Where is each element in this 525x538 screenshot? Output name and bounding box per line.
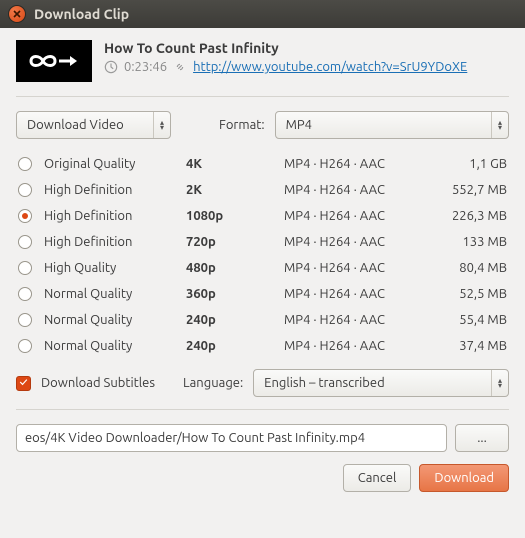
quality-name: High Definition	[44, 183, 174, 197]
quality-radio[interactable]	[18, 235, 32, 249]
quality-codec: MP4 · H264 · AAC	[284, 287, 415, 301]
quality-list: Original Quality 4K MP4 · H264 · AAC 1,1 GB…	[16, 151, 509, 359]
separator	[16, 409, 509, 410]
language-value: English – transcribed	[264, 376, 385, 390]
quality-row[interactable]: Normal Quality 360p MP4 · H264 · AAC 52,5 M…	[16, 281, 509, 307]
quality-codec: MP4 · H264 · AAC	[284, 183, 415, 197]
quality-size: 52,5 MB	[427, 287, 507, 301]
format-combo[interactable]: MP4 ▴▾	[275, 111, 509, 139]
path-value: eos/4K Video Downloader/How To Count Pas…	[25, 431, 365, 445]
video-thumbnail	[16, 40, 92, 82]
clock-icon	[104, 60, 118, 74]
quality-row[interactable]: High Definition 2K MP4 · H264 · AAC 552,7 M…	[16, 177, 509, 203]
quality-radio[interactable]	[18, 313, 32, 327]
quality-size: 37,4 MB	[427, 339, 507, 353]
quality-codec: MP4 · H264 · AAC	[284, 157, 415, 171]
quality-size: 55,4 MB	[427, 313, 507, 327]
quality-radio[interactable]	[18, 261, 32, 275]
cancel-button[interactable]: Cancel	[343, 464, 412, 492]
quality-name: High Definition	[44, 235, 174, 249]
chevron-updown-icon: ▴▾	[491, 112, 502, 138]
quality-resolution: 240p	[186, 339, 272, 353]
quality-row[interactable]: High Quality 480p MP4 · H264 · AAC 80,4 MB	[16, 255, 509, 281]
close-button[interactable]	[8, 5, 26, 23]
format-label: Format:	[219, 118, 265, 132]
browse-button[interactable]: ...	[455, 424, 509, 452]
download-button[interactable]: Download	[419, 464, 509, 492]
titlebar: Download Clip	[0, 0, 525, 28]
format-value: MP4	[286, 118, 312, 132]
quality-codec: MP4 · H264 · AAC	[284, 235, 415, 249]
download-mode-value: Download Video	[27, 118, 124, 132]
quality-row[interactable]: High Definition 720p MP4 · H264 · AAC 133 M…	[16, 229, 509, 255]
quality-resolution: 4K	[186, 157, 272, 171]
quality-name: High Quality	[44, 261, 174, 275]
quality-resolution: 360p	[186, 287, 272, 301]
language-label: Language:	[183, 376, 243, 390]
quality-codec: MP4 · H264 · AAC	[284, 339, 415, 353]
quality-resolution: 1080p	[186, 209, 272, 223]
quality-resolution: 2K	[186, 183, 272, 197]
quality-row[interactable]: Original Quality 4K MP4 · H264 · AAC 1,1 GB	[16, 151, 509, 177]
video-header: How To Count Past Infinity 0:23:46 http:…	[16, 40, 509, 82]
quality-resolution: 720p	[186, 235, 272, 249]
download-mode-combo[interactable]: Download Video ▴▾	[16, 111, 171, 139]
video-url-link[interactable]: http://www.youtube.com/watch?v=SrU9YDoXE	[193, 60, 467, 74]
infinity-arrow-icon	[26, 49, 82, 73]
chevron-updown-icon: ▴▾	[153, 112, 164, 138]
separator	[16, 96, 509, 97]
quality-size: 133 MB	[427, 235, 507, 249]
quality-radio[interactable]	[18, 183, 32, 197]
subtitles-checkbox[interactable]: ✓	[16, 376, 31, 391]
quality-row[interactable]: High Definition 1080p MP4 · H264 · AAC 226,…	[16, 203, 509, 229]
quality-codec: MP4 · H264 · AAC	[284, 209, 415, 223]
quality-name: Normal Quality	[44, 313, 174, 327]
quality-size: 226,3 MB	[427, 209, 507, 223]
quality-row[interactable]: Normal Quality 240p MP4 · H264 · AAC 37,4 M…	[16, 333, 509, 359]
quality-size: 1,1 GB	[427, 157, 507, 171]
close-icon	[13, 10, 21, 18]
quality-size: 552,7 MB	[427, 183, 507, 197]
quality-size: 80,4 MB	[427, 261, 507, 275]
window-title: Download Clip	[34, 6, 129, 22]
subtitles-label: Download Subtitles	[41, 376, 155, 390]
quality-name: Normal Quality	[44, 339, 174, 353]
quality-radio[interactable]	[18, 157, 32, 171]
quality-radio[interactable]	[18, 287, 32, 301]
quality-resolution: 480p	[186, 261, 272, 275]
quality-row[interactable]: Normal Quality 240p MP4 · H264 · AAC 55,4 M…	[16, 307, 509, 333]
path-input[interactable]: eos/4K Video Downloader/How To Count Pas…	[16, 424, 447, 452]
link-icon	[173, 60, 187, 74]
video-title: How To Count Past Infinity	[104, 40, 509, 56]
quality-name: Original Quality	[44, 157, 174, 171]
video-duration: 0:23:46	[124, 60, 167, 74]
quality-codec: MP4 · H264 · AAC	[284, 261, 415, 275]
quality-radio[interactable]	[18, 339, 32, 353]
quality-name: High Definition	[44, 209, 174, 223]
quality-radio[interactable]	[18, 209, 32, 223]
quality-resolution: 240p	[186, 313, 272, 327]
quality-name: Normal Quality	[44, 287, 174, 301]
quality-codec: MP4 · H264 · AAC	[284, 313, 415, 327]
chevron-updown-icon: ▴▾	[491, 370, 502, 396]
language-combo[interactable]: English – transcribed ▴▾	[253, 369, 509, 397]
